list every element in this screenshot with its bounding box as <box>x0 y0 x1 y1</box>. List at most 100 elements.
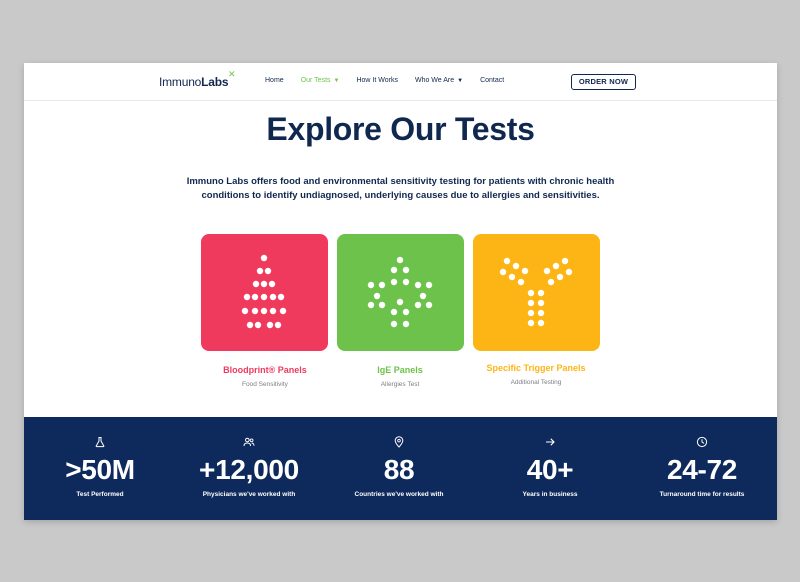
stats-bar: >50M Test Performed +12,000 Physicians w… <box>24 417 777 520</box>
stat-label: Turnaround time for results <box>659 491 745 498</box>
users-icon <box>243 437 255 447</box>
dot <box>402 320 410 328</box>
logo-text-light: Immuno <box>159 75 202 89</box>
droplet-dots-icon <box>241 254 287 329</box>
stat-label: Countries we've worked with <box>354 491 444 498</box>
nav-home[interactable]: Home <box>265 77 284 84</box>
dot <box>390 266 398 274</box>
dot <box>527 299 535 307</box>
stat-value: +12,000 <box>199 454 299 485</box>
dot <box>517 278 525 286</box>
dot <box>373 292 381 300</box>
dot <box>521 267 529 275</box>
dot <box>537 319 545 327</box>
dot <box>527 289 535 297</box>
dot <box>251 307 259 315</box>
dot <box>266 321 274 329</box>
order-now-button[interactable]: ORDER NOW <box>571 74 636 90</box>
dot <box>543 267 551 275</box>
panel-subtitle-specific-trigger: Additional Testing <box>510 379 562 386</box>
dot <box>378 281 386 289</box>
dot <box>547 278 555 286</box>
dot <box>256 267 264 275</box>
dot <box>251 293 259 301</box>
dot <box>499 268 507 276</box>
nav-how-it-works[interactable]: How It Works <box>356 77 398 84</box>
nav-label: How It Works <box>356 77 398 84</box>
dot <box>565 268 573 276</box>
dot <box>512 262 520 270</box>
stat-label: Physicians we've worked with <box>202 491 296 498</box>
dot <box>390 320 398 328</box>
stat-turnaround: 24-72 Turnaround time for results <box>627 417 777 520</box>
dot <box>269 293 277 301</box>
panel-card-ige[interactable] <box>337 234 464 351</box>
stat-value: 24-72 <box>666 454 738 485</box>
arrow-right-icon <box>546 438 555 446</box>
nav-label: Contact <box>480 77 505 84</box>
dot <box>378 301 386 309</box>
dot <box>268 280 276 288</box>
dot <box>390 278 398 286</box>
dot <box>367 281 375 289</box>
nav-label: Home <box>265 77 284 84</box>
dot <box>260 307 268 315</box>
stat-label: Years in business <box>522 491 578 498</box>
dot <box>419 292 427 300</box>
stat-countries: 88 Countries we've worked with <box>324 417 474 520</box>
dot <box>243 293 251 301</box>
dot <box>260 280 268 288</box>
dot <box>402 278 410 286</box>
nav-our-tests[interactable]: Our Tests ▼ <box>301 77 340 84</box>
dot <box>264 267 272 275</box>
panel-card-specific-trigger[interactable] <box>473 234 600 351</box>
main-nav: Home Our Tests ▼ How It Works Who We Are ▼… <box>265 77 521 84</box>
dot <box>527 309 535 317</box>
logo-mark-icon: ✕ <box>228 69 236 79</box>
dot <box>269 307 277 315</box>
cross-dots-icon <box>367 256 433 328</box>
chevron-down-icon: ▼ <box>333 78 340 84</box>
dot <box>556 273 564 281</box>
logo-text-bold: Labs <box>201 75 229 89</box>
dot <box>527 319 535 327</box>
flask-icon <box>95 437 105 448</box>
dot <box>277 293 285 301</box>
stat-physicians: +12,000 Physicians we've worked with <box>174 417 324 520</box>
panel-card-bloodprint[interactable] <box>201 234 328 351</box>
stat-value: >50M <box>65 454 135 485</box>
nav-label: Our Tests <box>300 77 331 84</box>
dot <box>246 321 254 329</box>
site-header: ImmunoLabs ✕ Home Our Tests ▼ How It Work… <box>24 63 777 101</box>
antibody-dots-icon <box>499 257 573 327</box>
dot <box>241 307 249 315</box>
stat-value: 88 <box>383 454 415 485</box>
dot <box>260 293 268 301</box>
dot <box>537 289 545 297</box>
nav-who-we-are[interactable]: Who We Are ▼ <box>415 77 463 84</box>
nav-contact[interactable]: Contact <box>480 77 504 84</box>
dot <box>402 308 410 316</box>
dot <box>508 273 516 281</box>
nav-label: Who We Are <box>414 77 455 84</box>
dot <box>402 266 410 274</box>
dot <box>425 301 433 309</box>
dot <box>274 321 282 329</box>
logo[interactable]: ImmunoLabs ✕ <box>159 69 236 89</box>
clock-icon <box>696 436 708 448</box>
intro-text: Immuno Labs offers food and environmenta… <box>186 176 615 201</box>
stat-tests: >50M Test Performed <box>25 417 175 520</box>
dot <box>279 307 287 315</box>
dot <box>561 257 569 265</box>
dot <box>396 256 404 264</box>
panel-title-specific-trigger[interactable]: Specific Trigger Panels <box>456 363 616 373</box>
location-pin-icon <box>394 436 404 448</box>
dot <box>390 308 398 316</box>
dot <box>252 280 260 288</box>
dot <box>552 262 560 270</box>
dot <box>260 254 268 262</box>
browser-frame: ImmunoLabs ✕ Home Our Tests ▼ How It Work… <box>24 63 777 520</box>
dot <box>254 321 262 329</box>
dot <box>537 309 545 317</box>
stat-label: Test Performed <box>76 491 124 498</box>
